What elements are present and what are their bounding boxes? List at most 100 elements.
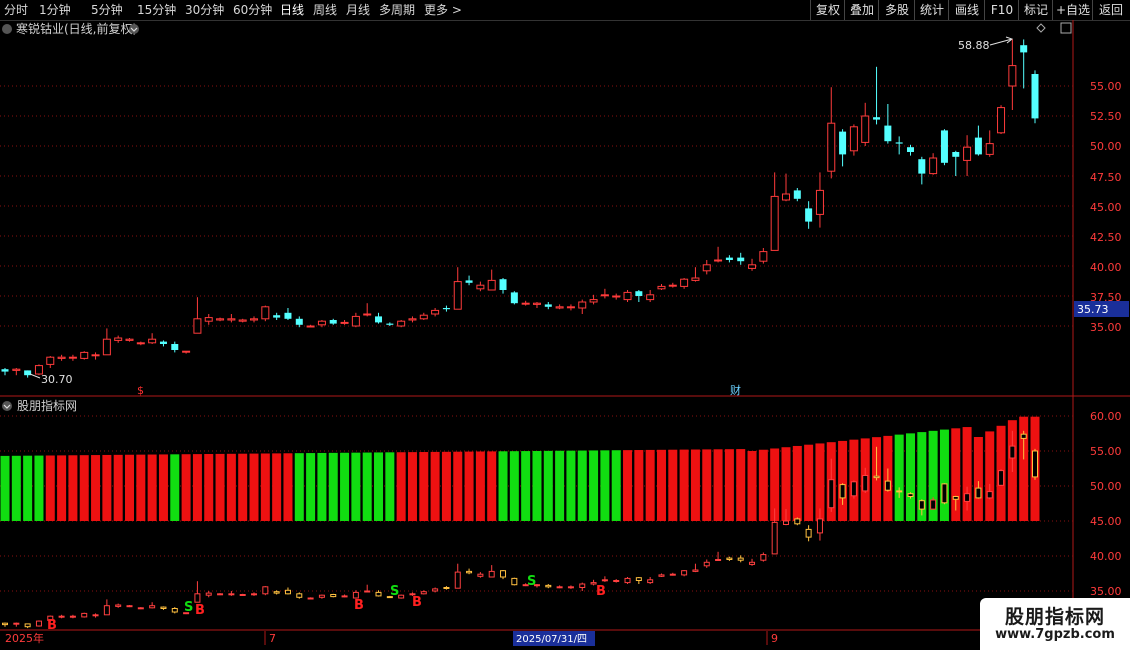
- back-button[interactable]: 返回: [1092, 0, 1129, 20]
- time-label: 7: [269, 632, 276, 645]
- indicator-candle-body: [217, 593, 224, 596]
- indicator-candle-body: [601, 579, 608, 582]
- buy-signal: B: [195, 603, 205, 618]
- chevron-down-icon[interactable]: [129, 24, 139, 34]
- period-tab-weekly[interactable]: 周线: [313, 0, 337, 20]
- mark-button[interactable]: 标记: [1018, 0, 1053, 20]
- candle-body: [668, 284, 677, 287]
- f10-button[interactable]: F10: [984, 0, 1019, 20]
- panel-menu-icon[interactable]: [2, 24, 12, 34]
- price-tick: 50.00: [1090, 140, 1122, 153]
- candle-body: [918, 159, 926, 174]
- multi-stock-button[interactable]: 多股: [878, 0, 915, 20]
- statistics-button[interactable]: 统计: [914, 0, 949, 20]
- indicator-bar: [328, 452, 338, 521]
- candle-body: [193, 318, 202, 334]
- period-tab-5min[interactable]: 5分钟: [91, 0, 123, 20]
- period-tab-monthly[interactable]: 月线: [346, 0, 370, 20]
- indicator-candle-body: [749, 561, 756, 565]
- candle-body: [261, 306, 270, 320]
- indicator-candle-body: [918, 500, 925, 510]
- dollar-marker[interactable]: $: [137, 384, 144, 397]
- indicator-candle-body: [171, 608, 178, 613]
- indicator-candle-body: [239, 594, 246, 596]
- indicator-bar: [894, 434, 904, 521]
- indicator-bar: [724, 449, 734, 521]
- indicator-bar: [498, 451, 508, 521]
- candle-body: [238, 319, 247, 322]
- period-tab-more[interactable]: 更多 >: [424, 0, 462, 20]
- indicator-bar: [158, 454, 168, 521]
- candle-body: [12, 368, 21, 371]
- indicator-candle-body: [658, 574, 665, 577]
- candle-body: [57, 356, 66, 359]
- period-tab-fenshi[interactable]: 分时: [4, 0, 28, 20]
- indicator-candle-body: [545, 584, 552, 588]
- window-icon[interactable]: [1060, 22, 1072, 34]
- indicator-bar: [838, 440, 848, 521]
- finance-marker[interactable]: 财: [730, 383, 741, 397]
- indicator-candle-body: [500, 570, 507, 578]
- indicator-candle-body: [115, 604, 122, 607]
- candle-body: [295, 318, 303, 325]
- candle-body: [748, 264, 757, 269]
- indicator-tick: 60.00: [1090, 410, 1122, 423]
- cursor-date-label: 2025/07/31/四: [516, 634, 587, 645]
- indicator-candle-body: [703, 561, 710, 567]
- indicator-candle-body: [126, 605, 133, 608]
- candle-body: [453, 281, 462, 310]
- draw-line-button[interactable]: 画线: [948, 0, 985, 20]
- candle-body: [952, 152, 960, 157]
- indicator-bar: [656, 449, 666, 521]
- indicator-candle-body: [2, 622, 8, 626]
- candle-body: [839, 131, 847, 155]
- indicator-candle-body: [205, 592, 212, 596]
- indicator-bar: [79, 455, 89, 521]
- indicator-bar: [23, 455, 33, 521]
- candle-body: [1, 369, 9, 372]
- time-label: 9: [771, 632, 778, 645]
- indicator-bar: [487, 451, 497, 521]
- indicator-candle-body: [839, 484, 846, 499]
- price-tick: 40.00: [1090, 261, 1122, 274]
- period-tab-15min[interactable]: 15分钟: [137, 0, 176, 20]
- indicator-bars: [0, 416, 1040, 521]
- candle-body: [159, 341, 167, 344]
- indicator-bar: [611, 450, 621, 521]
- candle-body: [725, 257, 733, 260]
- period-tab-multi[interactable]: 多周期: [379, 0, 415, 20]
- period-tab-daily[interactable]: 日线: [280, 0, 304, 20]
- indicator-candle-body: [284, 589, 291, 595]
- kline-chart[interactable]: 寒锐钴业(日线,前复权) 58.88 30.70 $ 财 55.00 52.50…: [0, 20, 1130, 650]
- period-tab-1min[interactable]: 1分钟: [39, 0, 71, 20]
- price-tick: 47.50: [1090, 171, 1122, 184]
- candle-body: [544, 304, 552, 307]
- candle-body: [578, 301, 587, 309]
- candle-body: [532, 302, 541, 305]
- fuquan-button[interactable]: 复权: [810, 0, 845, 20]
- diamond-icon[interactable]: [1036, 23, 1046, 33]
- indicator-axis: 60.00 55.00 50.00 45.00 40.00 35.00: [1090, 410, 1122, 598]
- current-price-label: 35.73: [1077, 303, 1109, 316]
- add-favorite-button[interactable]: +自选: [1052, 0, 1093, 20]
- indicator-candle-body: [330, 594, 337, 598]
- candle-body: [306, 325, 315, 328]
- indicator-bar: [668, 449, 678, 521]
- indicator-bar: [555, 450, 565, 521]
- indicator-bar: [136, 454, 146, 521]
- indicator-candle-body: [398, 594, 405, 599]
- indicator-bar: [453, 451, 463, 521]
- period-tab-60min[interactable]: 60分钟: [233, 0, 272, 20]
- indicator-bar: [407, 452, 417, 521]
- indicator-candle-body: [998, 470, 1005, 486]
- period-tab-30min[interactable]: 30分钟: [185, 0, 224, 20]
- indicator-menu-icon[interactable]: [2, 401, 12, 411]
- candle-body: [397, 320, 406, 327]
- indicator-bar: [690, 449, 700, 521]
- price-tick: 52.50: [1090, 110, 1122, 123]
- indicator-candle-body: [669, 573, 676, 576]
- indicator-candle-body: [432, 588, 439, 592]
- overlay-button[interactable]: 叠加: [844, 0, 879, 20]
- candle-body: [815, 189, 824, 215]
- indicator-candle-body: [828, 479, 835, 509]
